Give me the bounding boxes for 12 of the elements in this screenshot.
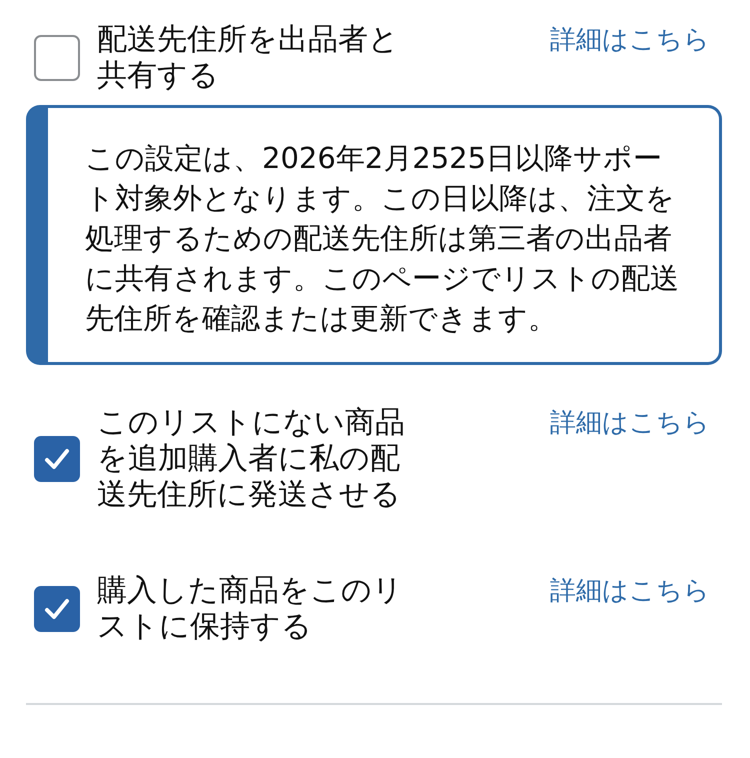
checkbox[interactable] [34,436,80,482]
notice-text: この設定は、2026年2月2525日以降サポート対象外となります。この日以降は、注文を処理するための配送先住所は第三者の出品者に共有されます。このページでリストの配送先住所を確認または更新できます。 [85,140,680,337]
learn-more-link[interactable]: 詳細はこちら [550,573,710,609]
checkmark-icon [44,448,70,470]
setting-label: 購入した商品をこのリストに保持する [97,573,404,645]
checkbox[interactable] [34,35,80,81]
setting-label: 配送先住所を出品者と共有する [97,22,400,94]
setting-label: このリストにない商品を追加購入者に私の配送先住所に発送させる [97,405,406,513]
learn-more-link[interactable]: 詳細はこちら [550,405,710,441]
checkmark-icon [44,598,70,620]
checkbox[interactable] [34,586,80,632]
learn-more-link[interactable]: 詳細はこちら [550,22,710,58]
